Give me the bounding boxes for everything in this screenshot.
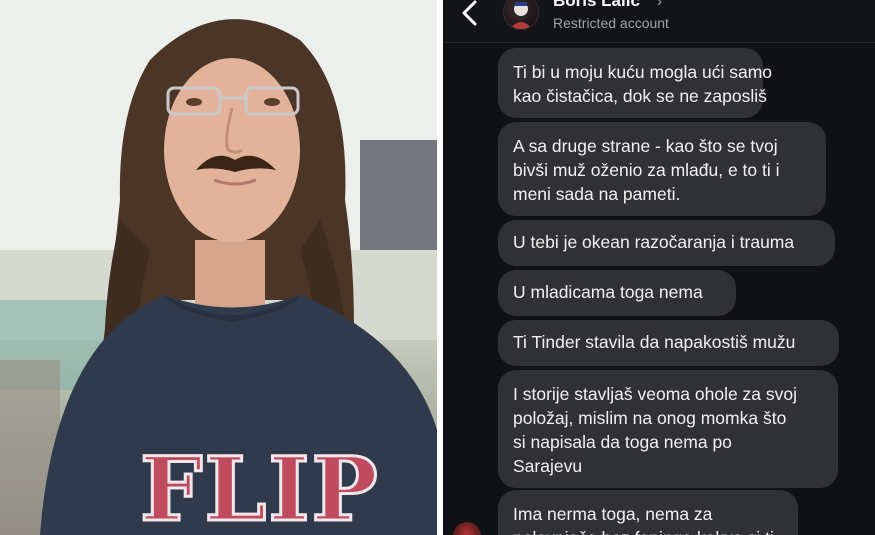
avatar-image [510, 2, 532, 29]
contact-status: Restricted account [553, 15, 669, 31]
message-bubble[interactable]: Ima nerma toga, nema za polovnjače bez f… [498, 490, 798, 535]
message-line: si napisala da toga nema po [513, 432, 732, 452]
message-line: Sarajevu [513, 456, 583, 476]
message-line: U tebi je okean razočaranja i trauma [513, 232, 795, 252]
contact-avatar[interactable] [503, 0, 539, 30]
message-line: U mladicama toga nema [513, 282, 703, 302]
message-line: I storije stavljaš veoma ohole za svoj [513, 384, 798, 404]
chevron-left-icon[interactable] [457, 0, 483, 30]
shirt-print-text: FLIP [140, 437, 380, 535]
chat-header: Boris Lalić › Restricted account [443, 0, 875, 43]
message-line: polovnjače bez fepinga kakva si ti [513, 526, 784, 535]
profile-photo: FLIP [0, 0, 437, 535]
message-bubble[interactable]: Ti bi u moju kuću mogla ući samo kao čis… [498, 48, 773, 118]
sender-avatar[interactable] [453, 522, 481, 535]
message-bubble[interactable]: U tebi je okean razočaranja i trauma [498, 220, 835, 266]
chevron-right-icon[interactable]: › [657, 0, 662, 10]
message-bubble[interactable]: Ti Tinder stavila da napakostiš mužu [498, 320, 839, 366]
message-bubble[interactable]: A sa druge strane - kao što se tvoj bivš… [498, 122, 826, 216]
message-line: bivši muž oženio za mlađu, e to ti i [513, 160, 780, 180]
message-line: Ti Tinder stavila da napakostiš mužu [513, 332, 796, 352]
message-line: Ti bi u moju kuću mogla ući samo [513, 62, 773, 82]
message-line: Ima nerma toga, nema za [513, 504, 713, 524]
message-bubble[interactable]: I storije stavljaš veoma ohole za svoj p… [498, 370, 838, 488]
photo-illustration: FLIP [0, 0, 437, 535]
message-line: meni sada na pameti. [513, 184, 681, 204]
message-line: A sa druge strane - kao što se tvoj [513, 136, 778, 156]
chat-screen: Boris Lalić › Restricted account Ti bi u… [443, 0, 875, 535]
message-line: kao čistačica, dok se ne zaposliš [513, 86, 767, 106]
message-line: položaj, mislim na onog momka što [513, 408, 787, 428]
contact-name[interactable]: Boris Lalić [553, 0, 640, 11]
message-bubble[interactable]: U mladicama toga nema [498, 270, 736, 316]
